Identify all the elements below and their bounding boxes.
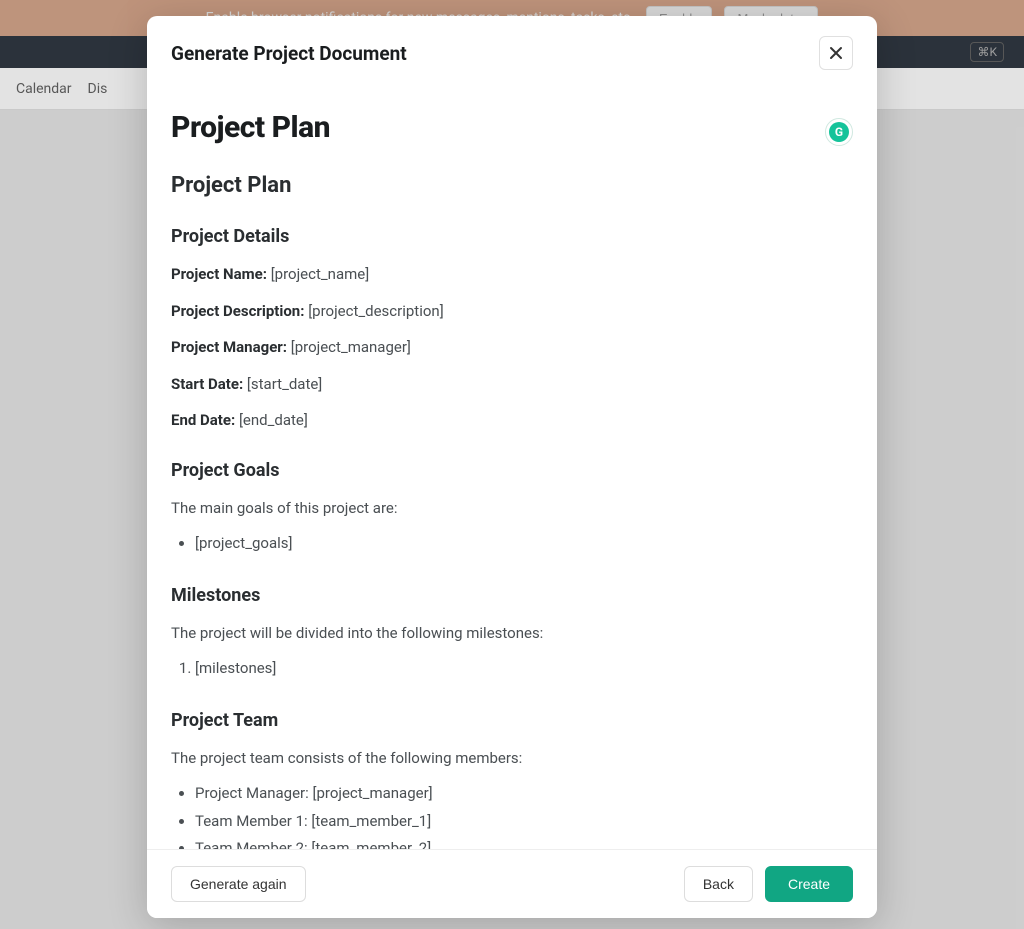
team-intro: The project team consists of the followi… [171, 747, 853, 770]
milestones-list: [milestones] [171, 656, 853, 682]
modal-title: Generate Project Document [171, 42, 407, 65]
detail-project-name: Project Name: [project_name] [171, 263, 853, 286]
grammarly-badge[interactable]: G [825, 118, 853, 146]
modal-header: Generate Project Document [147, 16, 877, 78]
grammarly-icon: G [829, 122, 849, 142]
detail-value: [project_description] [308, 302, 444, 320]
list-item: Team Member 1: [team_member_1] [195, 809, 853, 835]
goals-intro: The main goals of this project are: [171, 497, 853, 520]
detail-value: [end_date] [239, 411, 308, 429]
modal-footer: Generate again Back Create [147, 849, 877, 918]
detail-label: Project Name: [171, 265, 267, 283]
detail-value: [project_manager] [291, 338, 411, 356]
close-button[interactable] [819, 36, 853, 70]
page-title: Project Plan [171, 110, 853, 145]
generate-again-button[interactable]: Generate again [171, 866, 306, 902]
detail-value: [project_name] [271, 265, 370, 283]
list-item: Team Member 2: [team_member_2] [195, 836, 853, 849]
close-icon [828, 45, 844, 61]
list-item: [milestones] [195, 656, 853, 682]
section-heading-plan: Project Plan [171, 173, 853, 198]
detail-value: [start_date] [247, 375, 322, 393]
list-item: [project_goals] [195, 531, 853, 557]
detail-label: End Date: [171, 411, 235, 429]
detail-end-date: End Date: [end_date] [171, 409, 853, 432]
section-heading-team: Project Team [171, 710, 853, 731]
section-heading-details: Project Details [171, 226, 853, 247]
detail-label: Start Date: [171, 375, 243, 393]
detail-label: Project Description: [171, 302, 304, 320]
back-button[interactable]: Back [684, 866, 753, 902]
generate-document-modal: Generate Project Document G Project Plan… [147, 16, 877, 918]
detail-project-description: Project Description: [project_descriptio… [171, 300, 853, 323]
goals-list: [project_goals] [171, 531, 853, 557]
section-heading-goals: Project Goals [171, 460, 853, 481]
detail-start-date: Start Date: [start_date] [171, 373, 853, 396]
list-item: Project Manager: [project_manager] [195, 781, 853, 807]
modal-body: G Project Plan Project Plan Project Deta… [147, 78, 877, 849]
milestones-intro: The project will be divided into the fol… [171, 622, 853, 645]
team-list: Project Manager: [project_manager] Team … [171, 781, 853, 849]
footer-right-group: Back Create [684, 866, 853, 902]
detail-label: Project Manager: [171, 338, 287, 356]
create-button[interactable]: Create [765, 866, 853, 902]
section-heading-milestones: Milestones [171, 585, 853, 606]
detail-project-manager: Project Manager: [project_manager] [171, 336, 853, 359]
